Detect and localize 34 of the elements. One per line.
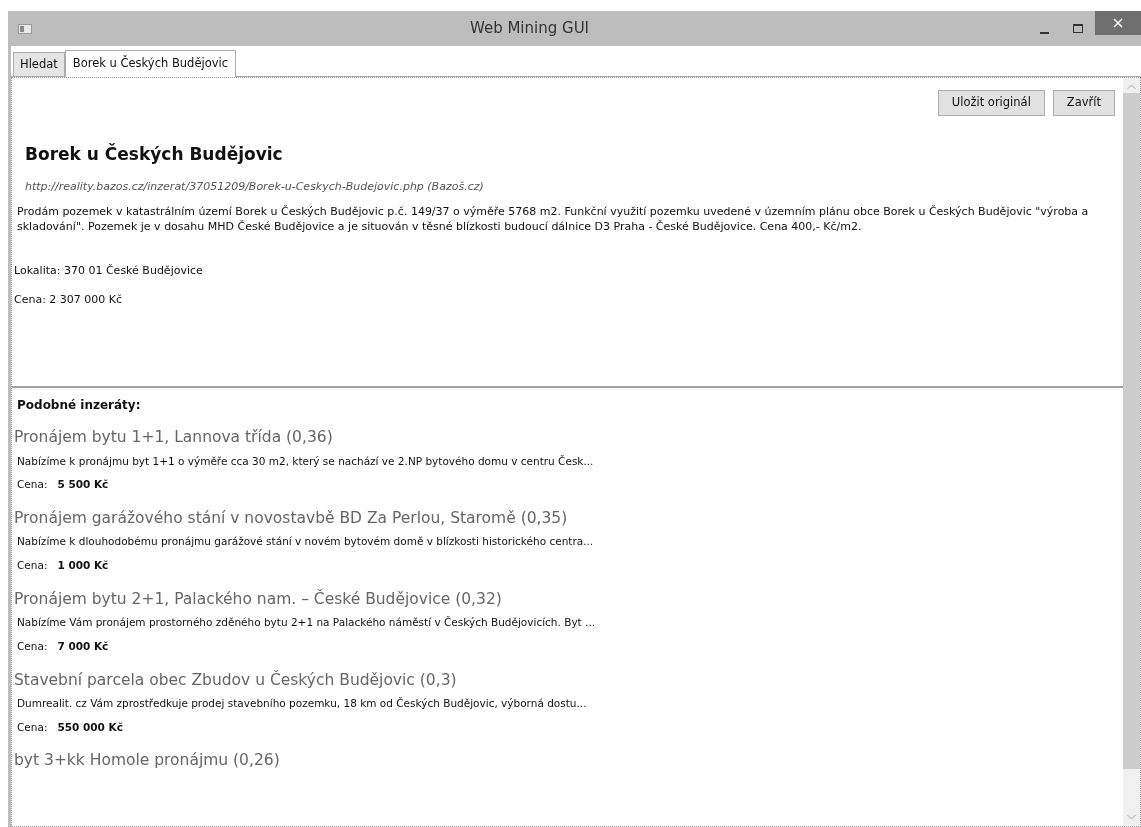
save-original-button[interactable]: Uložit originál <box>937 90 1045 116</box>
price-label: Cena: <box>17 558 48 573</box>
location-text: Lokalita: 370 01 České Budějovice <box>14 263 204 280</box>
price-label: Cena: <box>17 719 48 735</box>
similar-listing-description: Nabízíme Vám pronájem prostorného zděného bytu 2+1 na Palackého náměstí v Českých Budějovicích. Byt ... <box>17 615 597 630</box>
price-value: 550 000 Kč <box>57 719 123 735</box>
similar-listing-description: Dumrealit. cz Vám zprostředkuje prodej stavebního pozemku, 18 km od Českých Budějovic, výborná dostu... <box>17 695 588 711</box>
section-heading: Podobné inzeráty: <box>17 397 142 415</box>
close-icon <box>1113 18 1123 28</box>
tab[interactable]: Borek u Českých Budějovic <box>64 50 237 78</box>
price-label: Cena: <box>17 477 48 493</box>
minimize-icon <box>1039 31 1049 34</box>
maximize-icon <box>1073 24 1083 33</box>
similar-listing-description: Nabízíme k pronájmu byt 1+1 o výměře cca 30 m2, který se nachází ve 2.NP bytového domu v centru Česk... <box>17 453 595 469</box>
scroll-down-icon <box>1127 814 1136 820</box>
similar-listing-title[interactable]: Pronájem bytu 2+1, Palackého nam. – České Budějovice (0,32) <box>14 587 1119 611</box>
listing-description: Prodám pozemek v katastrálním území Borek u Českých Budějovic p.č. 149/37 o výměře 5768 m2. Funkční využití pozemku uvedené v územním plánu obce Borek u Českých Budějovic "výroba a skladování". Pozemek je v dosahu MHD České Budějovice a je situován v těsné blízkosti budoucí dálnice D3 Praha - České Budějovice. Cena 400,- Kč/m2. <box>17 203 1090 236</box>
price-value: 1 000 Kč <box>57 558 109 573</box>
price-value: 7 000 Kč <box>57 638 109 654</box>
similar-listing-title[interactable]: Pronájem bytu 1+1, Lannova třída (0,36) <box>14 426 1119 450</box>
window-title: Web Mining GUI <box>468 18 591 40</box>
similar-listing-title[interactable]: Pronájem garážového stání v novostavbě BD Za Perlou, Staromě (0,35) <box>14 507 1119 531</box>
price-value: 5 500 Kč <box>57 477 109 493</box>
tab[interactable]: Hledat <box>13 52 65 77</box>
similar-listing-description: Nabízíme k dlouhodobému pronájmu garážové stání v novém bytovém domě v blízkosti historického centra... <box>17 534 595 550</box>
app-icon <box>18 23 32 34</box>
scroll-up-icon <box>1127 84 1136 91</box>
listing-url: http://reality.bazos.cz/inzerat/37051209/Borek-u-Ceskych-Budejovic.php (Bazoš.cz) <box>25 179 485 195</box>
similar-listing-title[interactable]: Stavební parcela obec Zbudov u Českých Budějovic (0,3) <box>14 668 1119 692</box>
close-tab-button[interactable]: Zavřít <box>1052 90 1115 116</box>
price-text: Cena: 2 307 000 Kč <box>14 291 124 308</box>
listing-title: Borek u Českých Budějovic <box>25 142 284 166</box>
similar-listing-title[interactable]: byt 3+kk Homole pronájmu (0,26) <box>14 749 1119 773</box>
price-label: Cena: <box>17 638 48 654</box>
